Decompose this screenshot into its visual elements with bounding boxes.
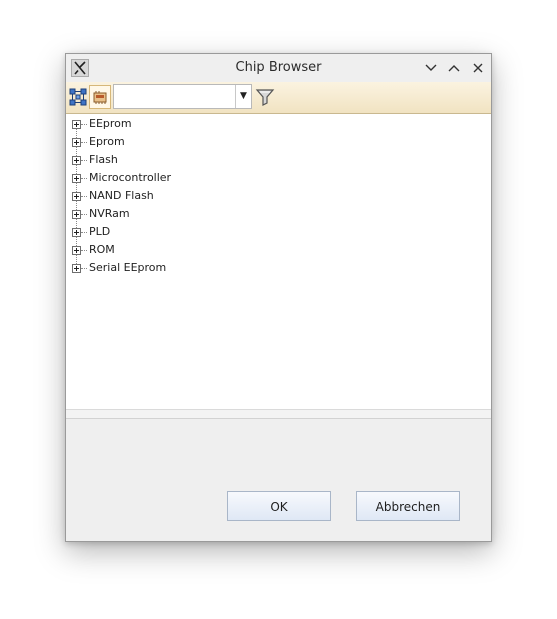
tree-connector bbox=[81, 250, 87, 251]
tree-connector bbox=[81, 268, 87, 269]
filter-button[interactable] bbox=[255, 87, 275, 107]
tree-item[interactable]: PLD bbox=[66, 224, 491, 242]
chip-category-tree[interactable]: EEprom Eprom Flash Microcontroller NAND Flas… bbox=[66, 114, 491, 410]
toolbar: ▼ bbox=[66, 82, 491, 114]
chip-device-icon bbox=[93, 91, 107, 104]
tree-item[interactable]: Microcontroller bbox=[66, 170, 491, 188]
expand-plus-icon[interactable] bbox=[72, 192, 81, 201]
tree-item-label: ROM bbox=[89, 243, 115, 256]
expand-plus-icon[interactable] bbox=[72, 264, 81, 273]
expand-plus-icon[interactable] bbox=[72, 210, 81, 219]
tree-connector bbox=[81, 232, 87, 233]
tree-item[interactable]: Eprom bbox=[66, 134, 491, 152]
tree-connector bbox=[81, 124, 87, 125]
expand-plus-icon[interactable] bbox=[72, 246, 81, 255]
close-button[interactable] bbox=[471, 61, 485, 75]
tree-connector bbox=[81, 178, 87, 179]
funnel-icon bbox=[255, 89, 275, 106]
chip-tree-view-button[interactable] bbox=[67, 85, 89, 109]
tree-connector bbox=[81, 160, 87, 161]
chevron-down-icon bbox=[425, 64, 437, 71]
tree-item[interactable]: ROM bbox=[66, 242, 491, 260]
close-icon bbox=[473, 63, 483, 73]
splitter-handle[interactable] bbox=[66, 410, 491, 419]
maximize-button[interactable] bbox=[447, 61, 461, 75]
expand-plus-icon[interactable] bbox=[72, 156, 81, 165]
minimize-button[interactable] bbox=[424, 61, 438, 75]
chevron-up-icon bbox=[448, 65, 460, 72]
chip-device-view-button[interactable] bbox=[89, 85, 111, 109]
tree-item-label: Serial EEprom bbox=[89, 261, 167, 274]
expand-plus-icon[interactable] bbox=[72, 174, 81, 183]
dropdown-arrow-icon[interactable]: ▼ bbox=[235, 85, 251, 108]
tree-item[interactable]: NAND Flash bbox=[66, 188, 491, 206]
expand-plus-icon[interactable] bbox=[72, 228, 81, 237]
chip-search-combobox[interactable]: ▼ bbox=[113, 84, 252, 109]
ok-button[interactable]: OK bbox=[227, 491, 331, 521]
tree-item-label: NVRam bbox=[89, 207, 130, 220]
tree-connector bbox=[81, 142, 87, 143]
tree-item[interactable]: NVRam bbox=[66, 206, 491, 224]
tree-item-label: Microcontroller bbox=[89, 171, 172, 184]
network-tree-icon bbox=[69, 88, 87, 106]
tree-item-label: PLD bbox=[89, 225, 111, 238]
expand-plus-icon[interactable] bbox=[72, 120, 81, 129]
cancel-button[interactable]: Abbrechen bbox=[356, 491, 460, 521]
tree-connector bbox=[81, 196, 87, 197]
tree-connector bbox=[81, 214, 87, 215]
tree-item-label: NAND Flash bbox=[89, 189, 154, 202]
expand-plus-icon[interactable] bbox=[72, 138, 81, 147]
title-bar[interactable]: Chip Browser bbox=[66, 54, 491, 82]
tree-item-label: Flash bbox=[89, 153, 118, 166]
tree-item-label: Eprom bbox=[89, 135, 125, 148]
tree-item-label: EEprom bbox=[89, 117, 132, 130]
tree-item[interactable]: Flash bbox=[66, 152, 491, 170]
tree-item[interactable]: Serial EEprom bbox=[66, 260, 491, 278]
tree-item[interactable]: EEprom bbox=[66, 116, 491, 134]
chip-browser-window: Chip Browser ▼ EEprom Eprom Flash Microc… bbox=[65, 53, 492, 542]
chip-search-input[interactable] bbox=[116, 87, 236, 106]
